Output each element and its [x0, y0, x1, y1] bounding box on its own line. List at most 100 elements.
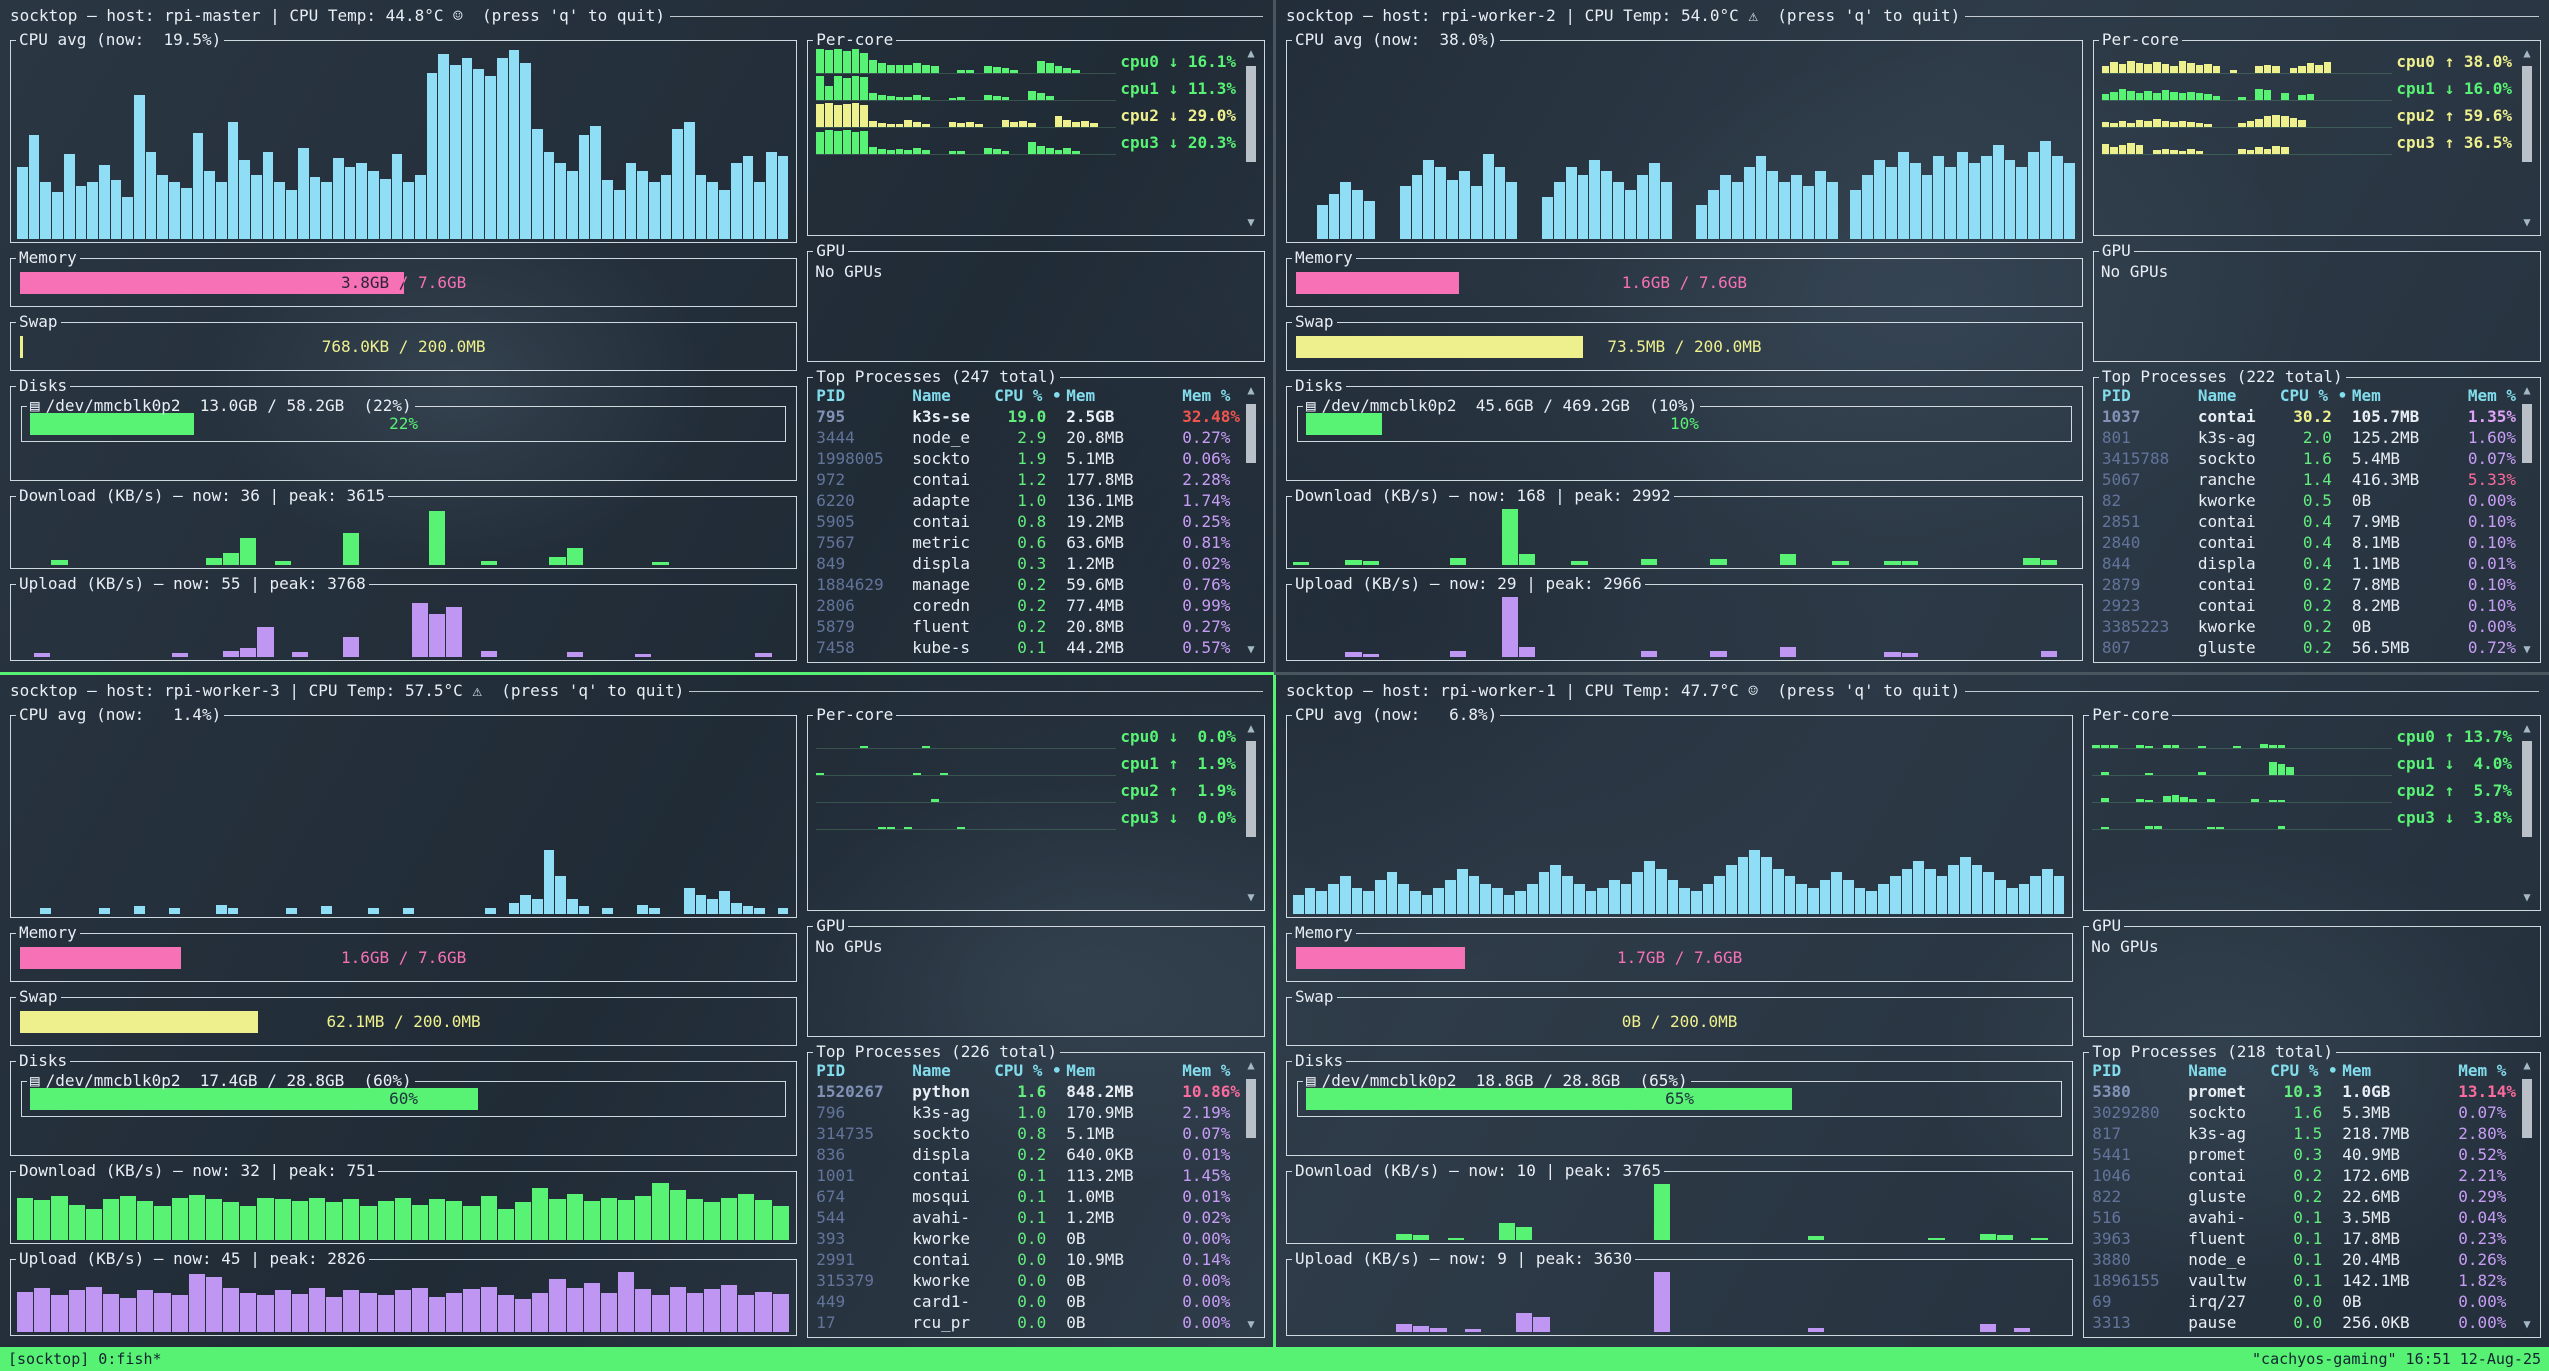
process-row[interactable]: 1998005sockto1.95.1MB0.06%	[812, 448, 1262, 469]
per-core-scrollbar[interactable]: ▲ ▼	[1243, 46, 1259, 229]
scroll-down-icon[interactable]: ▼	[1247, 890, 1254, 904]
process-column-header[interactable]: Mem	[2342, 1060, 2454, 1081]
process-column-header[interactable]: Mem %	[1182, 385, 1240, 406]
process-row[interactable]: 3963fluent0.117.8MB0.23%	[2088, 1228, 2538, 1249]
process-row[interactable]: 2806coredn0.277.4MB0.99%	[812, 595, 1262, 616]
process-column-header[interactable]: PID	[2102, 385, 2194, 406]
scroll-track[interactable]	[2522, 735, 2532, 890]
per-core-scrollbar[interactable]: ▲ ▼	[2519, 721, 2535, 904]
process-row[interactable]: 5067ranche1.4416.3MB5.33%	[2098, 469, 2538, 490]
status-window-item[interactable]: [socktop] 0:fish*	[8, 1350, 162, 1368]
process-row[interactable]: 795k3s-se19.02.5GB32.48%	[812, 406, 1262, 427]
process-row[interactable]: 393kworke0.00B0.00%	[812, 1228, 1262, 1249]
scroll-thumb[interactable]	[2522, 66, 2532, 162]
process-row[interactable]: 5441promet0.340.9MB0.52%	[2088, 1144, 2538, 1165]
process-row[interactable]: 5905contai0.819.2MB0.25%	[812, 511, 1262, 532]
scroll-down-icon[interactable]: ▼	[2523, 215, 2530, 229]
process-row[interactable]: 822gluste0.222.6MB0.29%	[2088, 1186, 2538, 1207]
process-row[interactable]: 3444node_e2.920.8MB0.27%	[812, 427, 1262, 448]
process-row[interactable]: 836displa0.2640.0KB0.01%	[812, 1144, 1262, 1165]
socktop-pane[interactable]: socktop — host: rpi-worker-3 | CPU Temp:…	[0, 675, 1273, 1347]
process-column-header[interactable]: Mem %	[1182, 1060, 1240, 1081]
process-column-header[interactable]: PID	[2092, 1060, 2184, 1081]
scroll-thumb[interactable]	[2522, 741, 2532, 837]
scroll-track[interactable]	[2522, 60, 2532, 215]
process-row[interactable]: 17rcu_pr0.00B0.00%	[812, 1312, 1262, 1333]
process-scrollbar[interactable]: ▲ ▼	[1243, 1058, 1259, 1331]
socktop-pane[interactable]: socktop — host: rpi-worker-1 | CPU Temp:…	[1276, 675, 2549, 1347]
socktop-pane[interactable]: socktop — host: rpi-master | CPU Temp: 4…	[0, 0, 1273, 672]
process-column-header[interactable]: PID	[816, 385, 908, 406]
process-column-header[interactable]: Mem	[1066, 385, 1178, 406]
per-core-scrollbar[interactable]: ▲ ▼	[1243, 721, 1259, 904]
scroll-track[interactable]	[2522, 1072, 2532, 1317]
scroll-down-icon[interactable]: ▼	[1247, 215, 1254, 229]
scroll-thumb[interactable]	[1246, 741, 1256, 837]
process-row[interactable]: 3385223kworke0.20B0.00%	[2098, 616, 2538, 637]
process-row[interactable]: 6220adapte1.0136.1MB1.74%	[812, 490, 1262, 511]
process-column-header[interactable]: Name	[912, 385, 990, 406]
per-core-scrollbar[interactable]: ▲ ▼	[2519, 46, 2535, 229]
scroll-thumb[interactable]	[1246, 66, 1256, 162]
socktop-pane[interactable]: socktop — host: rpi-worker-2 | CPU Temp:…	[1276, 0, 2549, 672]
process-row[interactable]: 2851contai0.47.9MB0.10%	[2098, 511, 2538, 532]
process-column-header[interactable]: Mem %	[2458, 1060, 2516, 1081]
process-column-header[interactable]: CPU % •	[994, 385, 1062, 406]
process-column-header[interactable]: CPU % •	[994, 1060, 1062, 1081]
process-column-header[interactable]: Mem %	[2468, 385, 2516, 406]
process-scrollbar[interactable]: ▲ ▼	[2519, 1058, 2535, 1331]
process-row[interactable]: 807gluste0.256.5MB0.72%	[2098, 637, 2538, 658]
process-row[interactable]: 1896155vaultw0.1142.1MB1.82%	[2088, 1270, 2538, 1291]
process-row[interactable]: 3880node_e0.120.4MB0.26%	[2088, 1249, 2538, 1270]
scroll-down-icon[interactable]: ▼	[1247, 642, 1254, 656]
scroll-track[interactable]	[1246, 735, 1256, 890]
process-row[interactable]: 796k3s-ag1.0170.9MB2.19%	[812, 1102, 1262, 1123]
scroll-thumb[interactable]	[1246, 404, 1256, 463]
process-row[interactable]: 7567metric0.663.6MB0.81%	[812, 532, 1262, 553]
process-row[interactable]: 2923contai0.28.2MB0.10%	[2098, 595, 2538, 616]
process-row[interactable]: 972contai1.2177.8MB2.28%	[812, 469, 1262, 490]
process-row[interactable]: 817k3s-ag1.5218.7MB2.80%	[2088, 1123, 2538, 1144]
scroll-down-icon[interactable]: ▼	[2523, 1317, 2530, 1331]
process-row[interactable]: 314735sockto0.85.1MB0.07%	[812, 1123, 1262, 1144]
process-row[interactable]: 5879fluent0.220.8MB0.27%	[812, 616, 1262, 637]
scroll-track[interactable]	[2522, 397, 2532, 642]
process-row[interactable]: 1037contai30.2105.7MB1.35%	[2098, 406, 2538, 427]
process-row[interactable]: 2840contai0.48.1MB0.10%	[2098, 532, 2538, 553]
process-row[interactable]: 1884629manage0.259.6MB0.76%	[812, 574, 1262, 595]
scroll-down-icon[interactable]: ▼	[2523, 642, 2530, 656]
process-scrollbar[interactable]: ▲ ▼	[1243, 383, 1259, 656]
process-row[interactable]: 844displa0.41.1MB0.01%	[2098, 553, 2538, 574]
process-row[interactable]: 449card1-0.00B0.00%	[812, 1291, 1262, 1312]
process-column-header[interactable]: Name	[2188, 1060, 2266, 1081]
scroll-down-icon[interactable]: ▼	[1247, 1317, 1254, 1331]
process-column-header[interactable]: Name	[912, 1060, 990, 1081]
process-row[interactable]: 674mosqui0.11.0MB0.01%	[812, 1186, 1262, 1207]
process-column-header[interactable]: PID	[816, 1060, 908, 1081]
process-row[interactable]: 1046contai0.2172.6MB2.21%	[2088, 1165, 2538, 1186]
process-column-header[interactable]: Mem	[2352, 385, 2464, 406]
process-row[interactable]: 544avahi-0.11.2MB0.02%	[812, 1207, 1262, 1228]
process-row[interactable]: 516avahi-0.13.5MB0.04%	[2088, 1207, 2538, 1228]
process-row[interactable]: 849displa0.31.2MB0.02%	[812, 553, 1262, 574]
process-scrollbar[interactable]: ▲ ▼	[2519, 383, 2535, 656]
scroll-track[interactable]	[1246, 1072, 1256, 1317]
process-column-header[interactable]: CPU % •	[2280, 385, 2348, 406]
process-column-header[interactable]: Mem	[1066, 1060, 1178, 1081]
scroll-thumb[interactable]	[2522, 1079, 2532, 1138]
pane-divider-horizontal[interactable]	[0, 672, 2549, 675]
process-row[interactable]: 69irq/270.00B0.00%	[2088, 1291, 2538, 1312]
process-row[interactable]: 1001contai0.1113.2MB1.45%	[812, 1165, 1262, 1186]
process-row[interactable]: 801k3s-ag2.0125.2MB1.60%	[2098, 427, 2538, 448]
process-row[interactable]: 7458kube-s0.144.2MB0.57%	[812, 637, 1262, 658]
process-row[interactable]: 5380promet10.31.0GB13.14%	[2088, 1081, 2538, 1102]
scroll-track[interactable]	[1246, 60, 1256, 215]
process-column-header[interactable]: Name	[2198, 385, 2276, 406]
process-row[interactable]: 3415788sockto1.65.4MB0.07%	[2098, 448, 2538, 469]
process-row[interactable]: 82kworke0.50B0.00%	[2098, 490, 2538, 511]
process-row[interactable]: 3029280sockto1.65.3MB0.07%	[2088, 1102, 2538, 1123]
process-row[interactable]: 1520267python1.6848.2MB10.86%	[812, 1081, 1262, 1102]
process-row[interactable]: 2991contai0.010.9MB0.14%	[812, 1249, 1262, 1270]
scroll-thumb[interactable]	[2522, 404, 2532, 463]
process-row[interactable]: 2879contai0.27.8MB0.10%	[2098, 574, 2538, 595]
